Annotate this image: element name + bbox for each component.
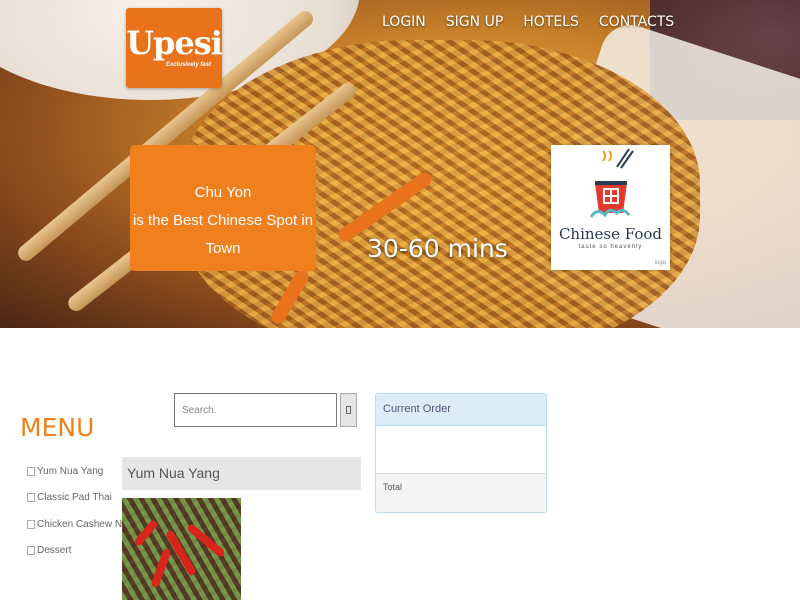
search-button[interactable] [340, 393, 357, 427]
item-icon [27, 546, 35, 556]
brand-logo[interactable]: Upesi Exclusively fast [126, 8, 223, 88]
noodle-box-icon [589, 148, 634, 218]
menu-item-yum-nua-yang[interactable]: Yum Nua Yang [27, 458, 135, 485]
promo-box: Chu Yon is the Best Chinese Spot in Town [130, 145, 316, 271]
menu-item-dessert[interactable]: Dessert [27, 538, 135, 565]
restaurant-logo-name: Chinese Food [558, 225, 663, 243]
top-nav: LOGIN SIGN UP HOTELS CONTACTS [382, 14, 694, 30]
dish-chili [133, 518, 159, 548]
promo-text: Town [205, 240, 241, 257]
order-total: Total [376, 473, 546, 512]
hero-banner [0, 0, 800, 328]
dish-title: Yum Nua Yang [122, 457, 361, 490]
search-input[interactable] [180, 394, 334, 426]
current-order-header: Current Order [376, 394, 546, 426]
menu-item-label: Chicken Cashew Nuts [37, 518, 136, 530]
item-icon [27, 493, 35, 503]
search-icon [346, 406, 351, 414]
menu-title: MENU [20, 413, 95, 442]
current-order-panel: Current Order Total [375, 393, 547, 513]
delivery-time: 30-60 mins [367, 234, 508, 263]
brand-name: Upesi [126, 24, 223, 62]
current-order-items [376, 426, 546, 473]
promo-restaurant-name: Chu Yon [194, 184, 252, 201]
restaurant-logo-tagline: taste so heavenly [578, 244, 643, 250]
nav-sign-up[interactable]: SIGN UP [446, 14, 503, 30]
menu-item-label: Classic Pad Thai [37, 492, 112, 504]
dish-chili [150, 547, 172, 589]
dish-image[interactable] [122, 498, 241, 600]
nav-contacts[interactable]: CONTACTS [599, 14, 674, 30]
menu-item-label: Dessert [37, 545, 72, 557]
nav-hotels[interactable]: HOTELS [523, 14, 579, 30]
brand-tagline: Exclusively fast [166, 62, 212, 68]
nav-login[interactable]: LOGIN [382, 14, 426, 30]
dish-chili [186, 522, 226, 559]
item-icon [27, 466, 35, 476]
item-icon [27, 519, 35, 529]
menu-list: Yum Nua Yang Classic Pad Thai Chicken Ca… [27, 458, 135, 564]
menu-item-chicken-cashew-nuts[interactable]: Chicken Cashew Nuts [27, 511, 135, 538]
promo-text: is the Best Chinese Spot in [132, 212, 314, 229]
menu-item-classic-pad-thai[interactable]: Classic Pad Thai [27, 485, 135, 512]
restaurant-logo[interactable]: Chinese Food taste so heavenly logo [551, 145, 670, 270]
search-box [174, 393, 337, 427]
menu-item-label: Yum Nua Yang [37, 465, 104, 477]
restaurant-logo-mark: logo [654, 260, 666, 266]
